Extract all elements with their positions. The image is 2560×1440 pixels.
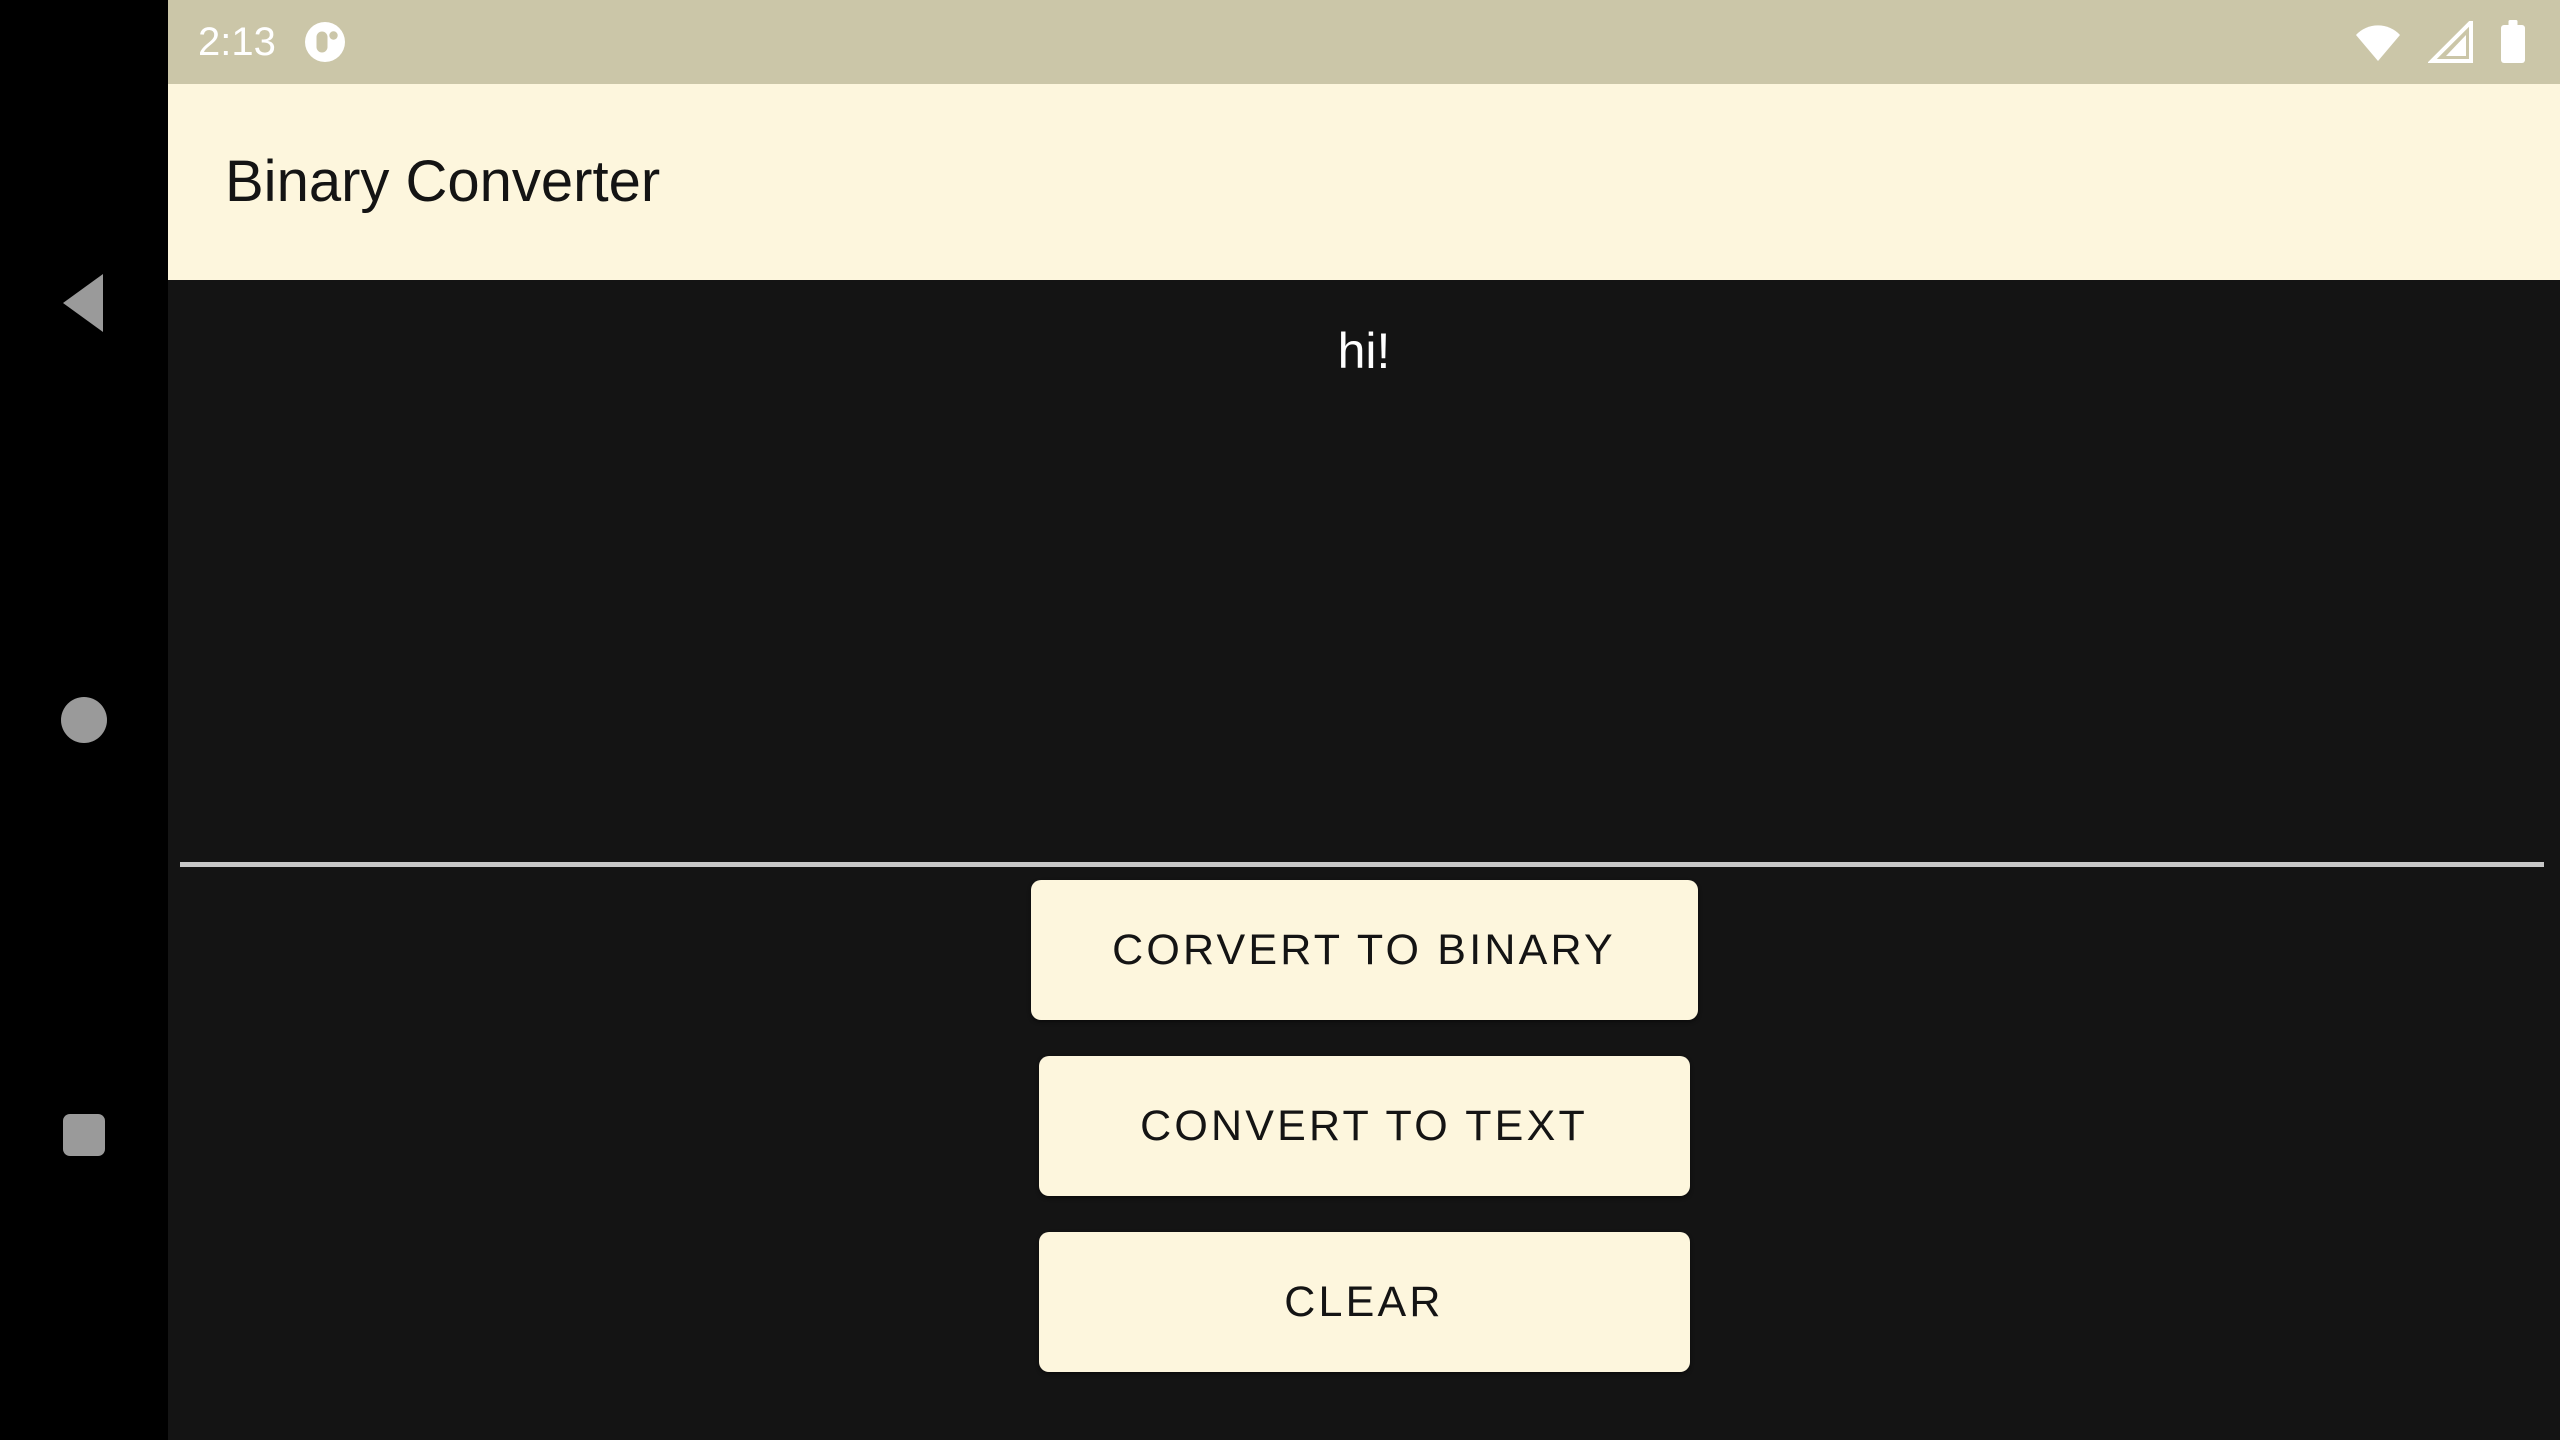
system-navigation-bar: [0, 0, 168, 1440]
status-bar-left: 2:13: [198, 19, 348, 65]
back-triangle-icon: [63, 274, 103, 332]
convert-to-text-button[interactable]: CONVERT TO TEXT: [1038, 1056, 1690, 1196]
clear-button[interactable]: CLEAR: [1038, 1232, 1690, 1372]
wifi-icon: [2354, 21, 2402, 63]
text-input-underline: [180, 862, 2544, 867]
text-input-area[interactable]: hi!: [168, 280, 2560, 866]
status-bar-clock: 2:13: [198, 20, 276, 64]
nav-back-button[interactable]: [0, 219, 168, 387]
app-notification-icon: [302, 19, 348, 65]
home-circle-icon: [61, 697, 107, 743]
nav-recents-button[interactable]: [0, 1051, 168, 1219]
page-title: Binary Converter: [225, 149, 661, 214]
status-bar: 2:13: [168, 0, 2560, 84]
action-button-group: CORVERT TO BINARY CONVERT TO TEXT CLEAR: [168, 880, 2560, 1372]
phone-screenshot: 2:13 Binary Converter hi! CORVERT TO BIN…: [0, 0, 2560, 1440]
cellular-signal-icon: [2428, 21, 2474, 63]
convert-to-binary-button[interactable]: CORVERT TO BINARY: [1030, 880, 1698, 1020]
app-bar: Binary Converter: [168, 84, 2560, 280]
app-content: 2:13 Binary Converter hi! CORVERT TO BIN…: [168, 0, 2560, 1440]
text-input-value[interactable]: hi!: [168, 326, 2560, 382]
nav-home-button[interactable]: [0, 636, 168, 804]
main-content: hi! CORVERT TO BINARY CONVERT TO TEXT CL…: [168, 280, 2560, 1440]
battery-full-icon: [2500, 20, 2526, 64]
status-bar-right: [2354, 20, 2526, 64]
recents-square-icon: [63, 1114, 105, 1156]
